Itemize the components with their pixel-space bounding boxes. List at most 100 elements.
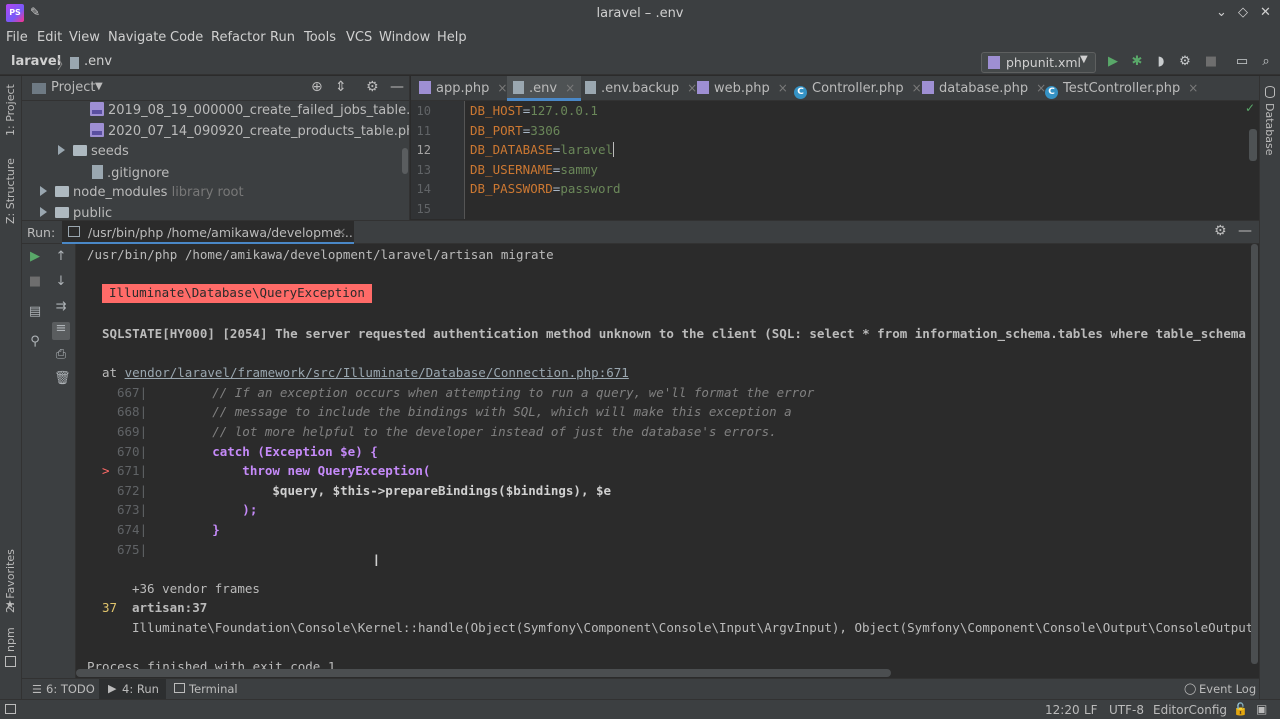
menu-file[interactable]: File (6, 30, 28, 45)
tab-app-php[interactable]: app.php × (419, 76, 507, 101)
memory-indicator-icon[interactable]: ▣ (1256, 702, 1267, 716)
source-line-number: 670| (117, 444, 148, 459)
coverage-icon[interactable]: ◗ (1153, 54, 1169, 70)
terminal-tool-button[interactable]: Terminal (189, 682, 238, 696)
run-configuration-select[interactable]: phpunit.xml ▼ (981, 52, 1096, 73)
event-log-button[interactable]: Event Log (1199, 682, 1256, 696)
class-icon: C (794, 86, 807, 99)
close-tab-icon[interactable]: × (565, 81, 575, 95)
breadcrumb-file[interactable]: .env (84, 54, 112, 69)
menu-tools[interactable]: Tools (304, 30, 336, 45)
tree-item[interactable]: 2020_07_14_090920_create_products_table.… (90, 123, 409, 143)
print-icon[interactable]: ⎙ (54, 348, 68, 362)
tab-testcontroller-php[interactable]: C TestController.php × (1045, 76, 1198, 101)
source-line-number: 668| (117, 404, 148, 419)
run-tab[interactable]: /usr/bin/php /home/amikawa/developme... … (62, 221, 354, 244)
minimize-icon[interactable]: ⌄ (1216, 5, 1227, 20)
gear-icon[interactable]: ⚙ (1214, 223, 1227, 239)
stop-icon[interactable]: ■ (28, 275, 42, 289)
file-encoding[interactable]: UTF-8 (1109, 703, 1144, 717)
tree-item[interactable]: .gitignore (92, 165, 169, 185)
source-line: catch (Exception $e) { (152, 444, 378, 459)
source-link[interactable]: vendor/laravel/framework/src/Illuminate/… (125, 365, 629, 380)
vendor-frames-link[interactable]: +36 vendor frames (132, 581, 260, 596)
close-tab-icon[interactable]: × (497, 81, 507, 95)
horizontal-scrollbar[interactable] (76, 669, 891, 677)
console-vertical-scrollbar[interactable] (1251, 244, 1258, 664)
close-tab-icon[interactable]: × (1188, 81, 1198, 95)
run-tool-button[interactable]: 4: Run (122, 682, 159, 696)
stop-icon[interactable]: ■ (1203, 54, 1219, 70)
menu-navigate[interactable]: Navigate (108, 30, 166, 45)
tab-env-backup[interactable]: .env.backup × (585, 76, 697, 101)
tab-controller-php[interactable]: C Controller.php × (794, 76, 922, 101)
menu-run[interactable]: Run (270, 30, 295, 45)
caret-position[interactable]: 12:20 (1045, 703, 1080, 717)
expand-arrow-icon[interactable] (40, 186, 47, 196)
structure-tool-button[interactable]: Z: Structure (4, 158, 17, 224)
source-line-number: 671| (117, 463, 148, 478)
tree-item[interactable]: seeds (58, 144, 129, 164)
close-tab-icon[interactable]: × (778, 81, 788, 95)
locate-icon[interactable]: ⊕ (311, 79, 323, 95)
debug-icon[interactable]: ✱ (1129, 54, 1145, 70)
menu-edit[interactable]: Edit (37, 30, 62, 45)
pin-tab-icon[interactable]: ⚲ (28, 335, 42, 349)
layout-icon[interactable]: ▭ (1234, 54, 1250, 70)
expand-arrow-icon[interactable] (40, 207, 47, 217)
menu-help[interactable]: Help (437, 30, 467, 45)
expand-arrow-icon[interactable] (58, 145, 65, 155)
search-everywhere-icon[interactable]: ⌕ (1258, 54, 1274, 70)
window-title: laravel – .env (596, 6, 684, 21)
menu-window[interactable]: Window (379, 30, 430, 45)
breadcrumb-project[interactable]: laravel (11, 54, 61, 69)
tree-item[interactable]: node_modules library root (40, 185, 244, 205)
close-tab-icon[interactable]: × (912, 81, 922, 95)
editor-scrollbar[interactable] (1249, 129, 1257, 161)
trash-icon[interactable]: 🗑 (54, 372, 71, 386)
editorconfig-status[interactable]: EditorConfig (1153, 703, 1227, 717)
source-line: // If an exception occurs when attemptin… (152, 385, 815, 400)
collapse-all-icon[interactable]: ⇕ (335, 79, 347, 95)
rerun-icon[interactable]: ▶ (28, 250, 42, 264)
tab-env[interactable]: .env × (507, 76, 582, 101)
chevron-down-icon[interactable]: ▼ (95, 81, 103, 92)
menu-view[interactable]: View (69, 30, 100, 45)
profile-icon[interactable]: ⚙ (1177, 54, 1193, 70)
tool-windows-icon[interactable] (5, 704, 16, 714)
close-icon[interactable]: ✕ (1260, 5, 1271, 20)
npm-tool-button[interactable]: npm (4, 627, 17, 652)
maximize-icon[interactable]: ◇ (1238, 5, 1248, 20)
code-editor[interactable]: 10 11 12 13 14 15 DB_HOST=127.0.0.1 DB_P… (411, 101, 1259, 219)
hide-icon[interactable]: — (390, 79, 404, 95)
line-number: 13 (416, 163, 431, 177)
env-file-icon (513, 81, 524, 94)
restore-layout-icon[interactable]: ▤ (28, 305, 42, 319)
todo-tool-button[interactable]: 6: TODO (46, 682, 95, 696)
scroll-to-end-icon[interactable]: ≡ (52, 322, 70, 340)
gear-icon[interactable]: ⚙ (366, 79, 379, 95)
hide-icon[interactable]: — (1238, 223, 1252, 239)
project-panel-title[interactable]: Project (51, 80, 95, 95)
close-tab-icon[interactable]: × (336, 224, 346, 239)
project-scrollbar[interactable] (402, 148, 408, 174)
php-file-icon (922, 81, 934, 94)
tree-item[interactable]: 2019_08_19_000000_create_failed_jobs_tab… (90, 102, 409, 122)
up-arrow-icon[interactable]: ↑ (54, 250, 68, 264)
lock-icon[interactable]: 🔓 (1233, 702, 1248, 716)
tab-web-php[interactable]: web.php × (697, 76, 788, 101)
soft-wrap-icon[interactable]: ⇉ (54, 300, 68, 314)
menu-refactor[interactable]: Refactor (211, 30, 266, 45)
database-tool-button[interactable]: Database (1263, 103, 1276, 156)
menu-code[interactable]: Code (170, 30, 203, 45)
line-separator[interactable]: LF (1084, 703, 1098, 717)
console-output[interactable]: /usr/bin/php /home/amikawa/development/l… (76, 244, 1251, 678)
run-icon[interactable]: ▶ (1105, 54, 1121, 70)
tab-database-php[interactable]: database.php × (922, 76, 1046, 101)
close-tab-icon[interactable]: × (687, 81, 697, 95)
down-arrow-icon[interactable]: ↓ (54, 275, 68, 289)
inspection-ok-icon[interactable]: ✓ (1245, 101, 1255, 115)
project-tool-button[interactable]: 1: Project (4, 84, 17, 136)
menu-vcs[interactable]: VCS (346, 30, 372, 45)
tree-item[interactable]: public (40, 206, 112, 220)
